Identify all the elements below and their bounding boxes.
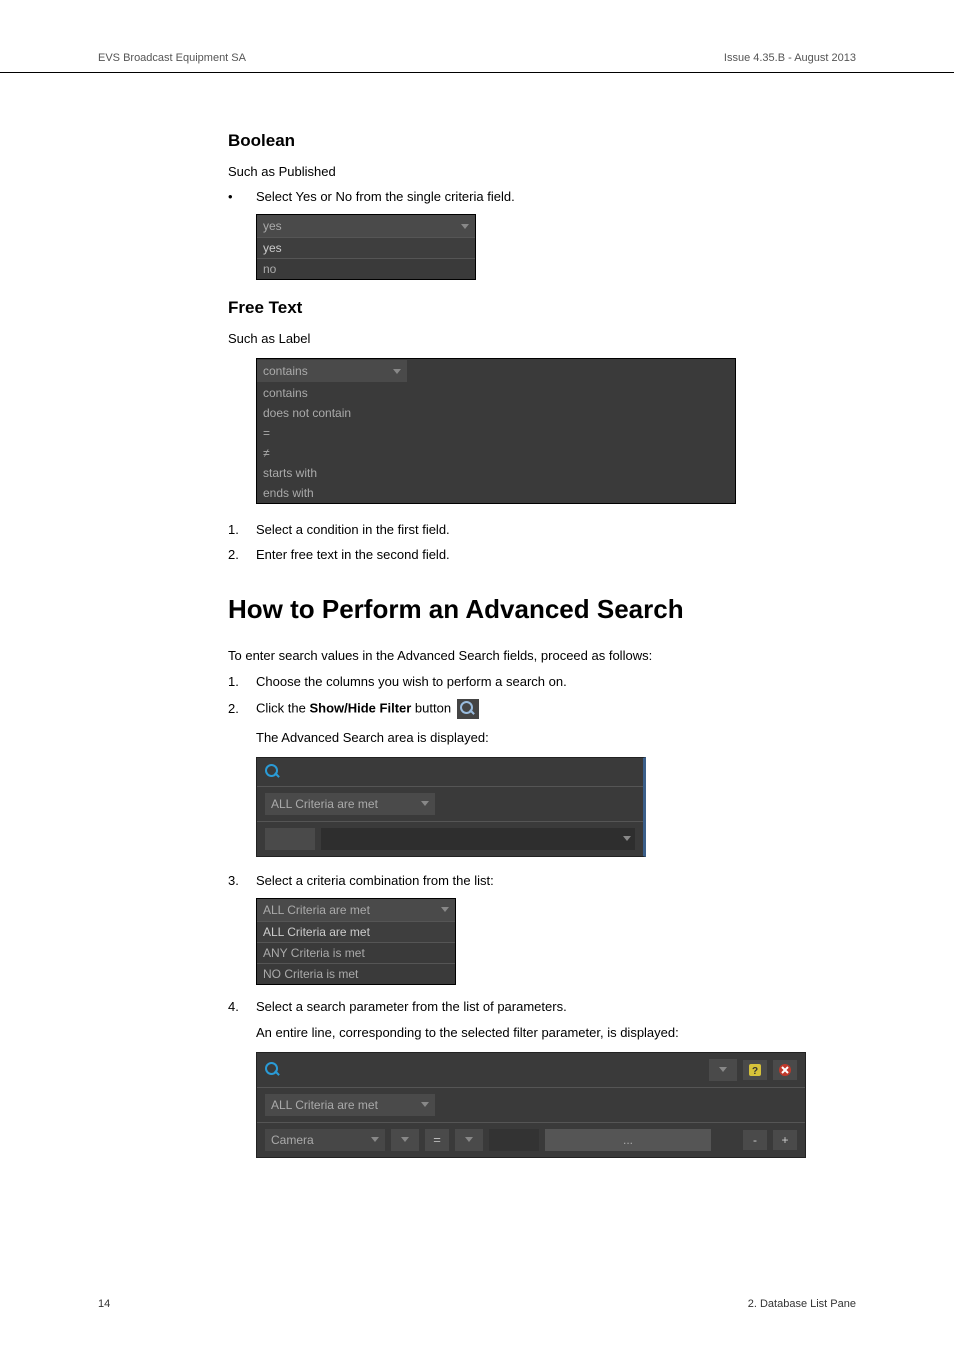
freetext-opt-ends[interactable]: ends with (257, 483, 427, 503)
chevron-down-icon (371, 1137, 379, 1142)
cond-select-2[interactable] (455, 1129, 483, 1151)
step-num-2: 2. (228, 547, 256, 562)
freetext-opt-eq[interactable]: = (257, 423, 427, 443)
footer-section: 2. Database List Pane (748, 1298, 856, 1310)
bullet-dot: • (228, 189, 256, 204)
boolean-opt-yes[interactable]: yes (257, 237, 475, 258)
magnifier-icon (265, 1062, 281, 1078)
step-num-4: 4. (228, 999, 256, 1014)
advanced-search-area: ALL Criteria are met (256, 757, 646, 857)
combo-opt-none[interactable]: NO Criteria is met (257, 963, 455, 984)
boolean-selected: yes (263, 219, 282, 233)
combo-opt-any[interactable]: ANY Criteria is met (257, 942, 455, 963)
chevron-down-icon (401, 1137, 409, 1142)
boolean-desc: Such as Published (228, 163, 856, 181)
section-step2-result: The Advanced Search area is displayed: (256, 729, 856, 747)
chevron-down-icon (441, 907, 449, 912)
filter-param-area: ? ALL Criteria are met Camera = (256, 1052, 806, 1158)
section-step1: Choose the columns you wish to perform a… (256, 674, 567, 689)
param-name-label: Camera (271, 1133, 314, 1147)
freetext-desc: Such as Label (228, 330, 856, 348)
cond-select-1[interactable] (391, 1129, 419, 1151)
combo-selected: ALL Criteria are met (263, 903, 370, 917)
operator-eq: = (425, 1129, 449, 1151)
step-num-1: 1. (228, 522, 256, 537)
value-input[interactable] (489, 1129, 539, 1151)
remove-line-button[interactable]: - (743, 1130, 767, 1150)
heading-freetext: Free Text (228, 298, 856, 318)
criteria-combo-dropdown[interactable]: ALL Criteria are met ALL Criteria are me… (256, 898, 456, 985)
freetext-opt-neq[interactable]: ≠ (257, 443, 427, 463)
footer-page: 14 (98, 1298, 110, 1310)
chevron-down-icon (461, 224, 469, 229)
freetext-opt-contains[interactable]: contains (257, 383, 427, 403)
svg-text:?: ? (752, 1066, 758, 1077)
section-step4: Select a search parameter from the list … (256, 999, 567, 1014)
param-name-select[interactable]: Camera (265, 1129, 385, 1151)
section-step2: Click the Show/Hide Filter button (256, 699, 479, 719)
header-right: Issue 4.35.B - August 2013 (724, 52, 856, 64)
freetext-opt-notcontain[interactable]: does not contain (257, 403, 427, 423)
freetext-input-preview (407, 359, 735, 383)
step-num-1b: 1. (228, 674, 256, 689)
section-step3: Select a criteria combination from the l… (256, 873, 494, 888)
section-step4-result: An entire line, corresponding to the sel… (256, 1024, 856, 1042)
chevron-down-icon (465, 1137, 473, 1142)
freetext-opt-starts[interactable]: starts with (257, 463, 427, 483)
section-title: How to Perform an Advanced Search (228, 594, 856, 625)
step-num-2b: 2. (228, 701, 256, 716)
chevron-down-icon (421, 801, 429, 806)
criteria-combo-select-2[interactable]: ALL Criteria are met (265, 1094, 435, 1116)
boolean-bullet: Select Yes or No from the single criteri… (256, 189, 515, 204)
boolean-opt-no[interactable]: no (257, 258, 475, 279)
section-intro: To enter search values in the Advanced S… (228, 647, 856, 665)
freetext-step1: Select a condition in the first field. (256, 522, 450, 537)
chevron-down-icon (623, 836, 631, 841)
criteria-combo-label: ALL Criteria are met (271, 797, 378, 811)
header-left: EVS Broadcast Equipment SA (98, 52, 246, 64)
heading-boolean: Boolean (228, 131, 856, 151)
freetext-dropdown[interactable]: contains contains does not contain = ≠ s… (256, 358, 736, 504)
combo-opt-all[interactable]: ALL Criteria are met (257, 921, 455, 942)
criteria-combo-select[interactable]: ALL Criteria are met (265, 793, 435, 815)
param-placeholder[interactable] (265, 828, 315, 850)
chevron-down-icon (393, 369, 401, 374)
freetext-step2: Enter free text in the second field. (256, 547, 450, 562)
add-line-button[interactable]: + (773, 1130, 797, 1150)
magnifier-icon (265, 764, 281, 780)
boolean-dropdown[interactable]: yes yes no (256, 214, 476, 280)
show-hide-filter-button[interactable] (457, 699, 479, 719)
chevron-down-icon (719, 1067, 727, 1072)
step-num-3: 3. (228, 873, 256, 888)
freetext-selected: contains (263, 364, 308, 378)
chevron-down-icon (421, 1102, 429, 1107)
criteria-combo-label-2: ALL Criteria are met (271, 1098, 378, 1112)
help-button[interactable]: ? (743, 1060, 767, 1080)
mini-dropdown[interactable] (709, 1059, 737, 1081)
close-button[interactable] (773, 1060, 797, 1080)
criteria-value-input[interactable] (321, 828, 635, 850)
browse-button[interactable]: ... (545, 1129, 711, 1151)
magnifier-icon (460, 701, 476, 717)
